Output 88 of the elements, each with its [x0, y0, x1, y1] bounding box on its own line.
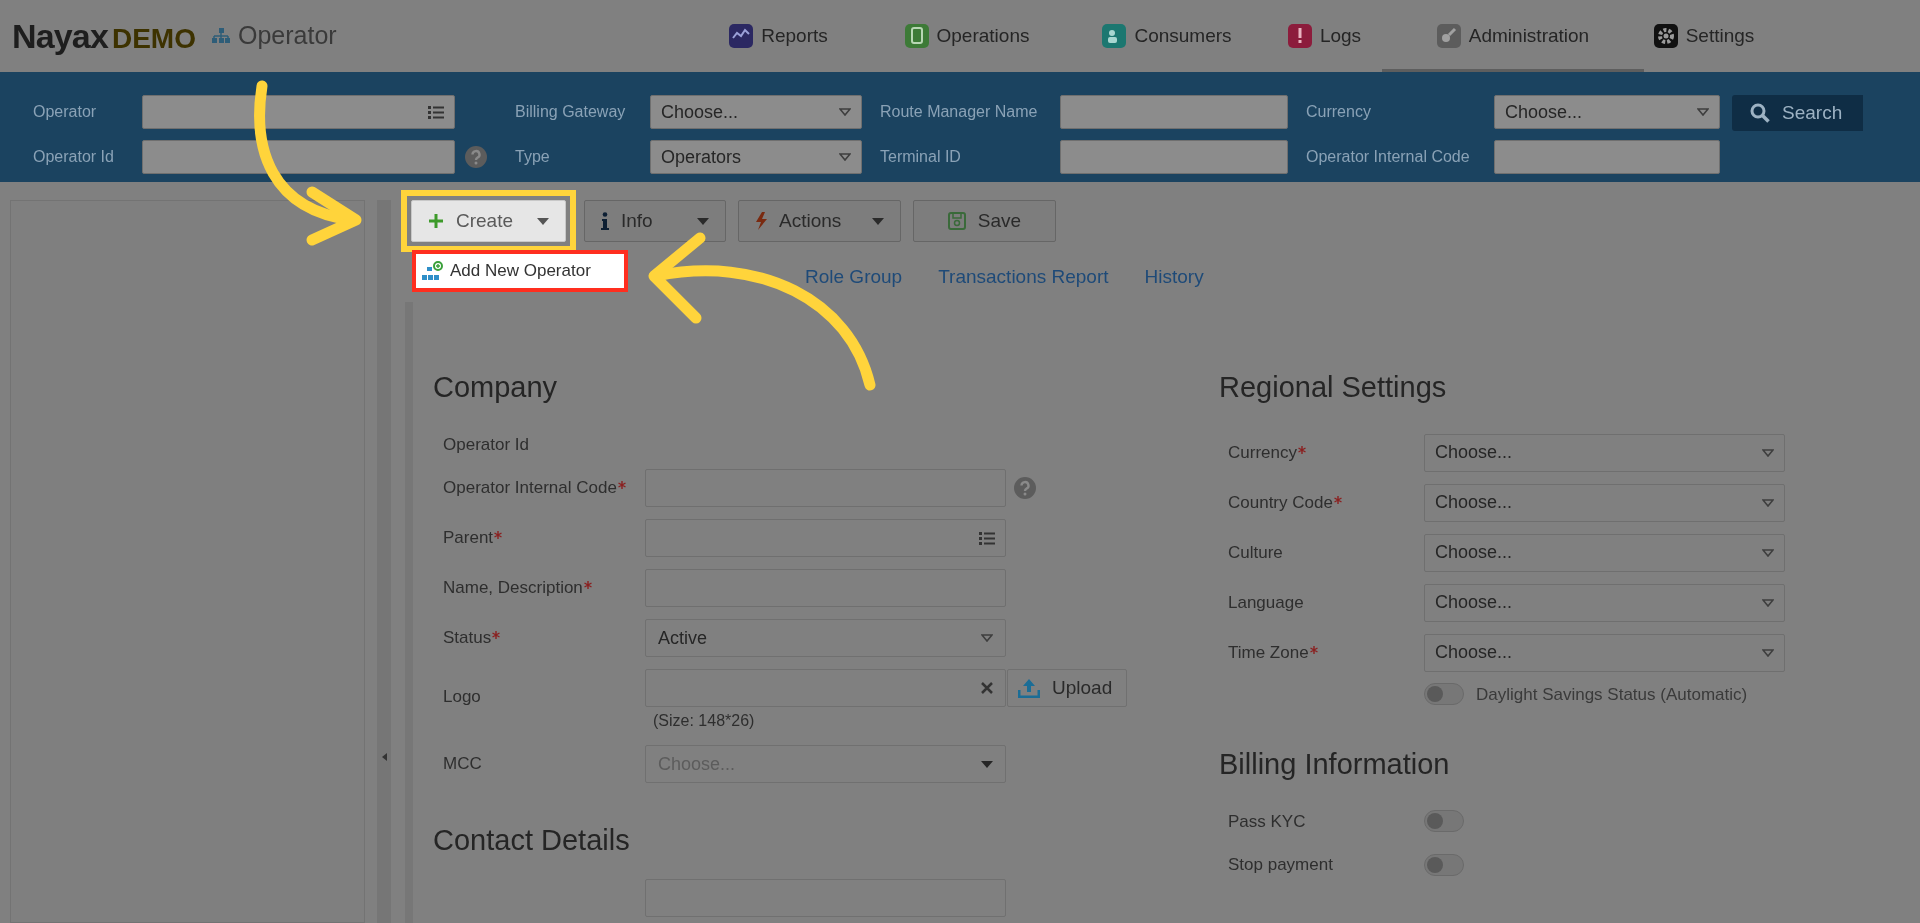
toolbar-button[interactable]: Info [584, 200, 726, 242]
field-label: Operator Internal Code [1306, 147, 1471, 167]
field-label: Parent [443, 527, 494, 550]
hierarchy-icon [211, 28, 230, 44]
dropdown-arrow-icon [839, 153, 851, 161]
dropdown[interactable]: Choose... [1424, 433, 1785, 472]
dropdown[interactable]: Operators [650, 140, 862, 174]
dropdown-arrow-icon [1762, 598, 1774, 607]
dropdown-arrow-icon [981, 634, 993, 642]
collapse-arrow-icon [381, 752, 387, 761]
input-field[interactable] [142, 140, 455, 174]
dropdown-arrow-icon [839, 108, 851, 116]
input-field[interactable] [1060, 140, 1288, 174]
tab[interactable]: Transactions Report [938, 262, 1109, 292]
field-label: Pass KYC [1228, 810, 1307, 833]
dropdown[interactable]: Active [645, 619, 1006, 657]
field-label: Country Code [1228, 491, 1333, 514]
toolbar-button[interactable]: Actions [738, 200, 901, 242]
toolbar-button[interactable]: Save [913, 200, 1056, 242]
toggle-label: Daylight Savings Status (Automatic) [1476, 683, 1748, 706]
dropdown-arrow-icon [1762, 448, 1774, 457]
dropdown[interactable]: Choose... [1424, 633, 1785, 672]
section-heading: Billing Information [1219, 747, 1451, 782]
field-label: MCC [443, 753, 482, 776]
field-label: Logo [443, 686, 481, 709]
dropdown[interactable]: Choose... [1494, 95, 1720, 129]
clear-icon [981, 682, 993, 694]
field-label: Operator [33, 102, 98, 122]
dropdown[interactable]: Choose... [1424, 533, 1785, 572]
field-label: Operator Id [443, 433, 529, 456]
logo-text: Nayax [12, 15, 108, 57]
field-label: Type [515, 147, 551, 167]
nav-tab[interactable]: Settings [1644, 0, 1764, 72]
dropdown[interactable]: Choose... [650, 95, 862, 129]
nav-tab[interactable]: Operations [867, 0, 1067, 72]
section-heading: Contact Details [433, 823, 631, 858]
input-field[interactable] [645, 519, 1006, 557]
section-heading: Company [433, 370, 559, 405]
logo-suffix: DEMO [111, 21, 196, 56]
dropdown[interactable]: Choose... [1424, 583, 1785, 622]
nav-tab[interactable]: Consumers [1067, 0, 1267, 72]
menu-item[interactable]: Add New Operator [416, 254, 624, 288]
size-note: (Size: 148*26) [653, 711, 756, 731]
dropdown-arrow-icon [1762, 648, 1774, 657]
field-label: Time Zone [1228, 641, 1309, 664]
dropdown-arrow-icon [1762, 548, 1774, 557]
upload-icon [1018, 678, 1040, 698]
toggle-switch[interactable] [1424, 683, 1464, 706]
input-field[interactable] [142, 95, 455, 129]
module-title: Operator [237, 20, 337, 52]
info-icon [601, 212, 609, 230]
splitter-bar[interactable] [377, 200, 391, 923]
upload-button[interactable]: Upload [1007, 669, 1127, 707]
field-label: Stop payment [1228, 854, 1334, 876]
field-label: Billing Gateway [515, 102, 627, 122]
lightning-icon [755, 212, 767, 230]
field-label: Culture [1228, 541, 1283, 564]
input-field[interactable] [1060, 95, 1288, 129]
field-label: Route Manager Name [880, 102, 1039, 122]
field-label: Language [1228, 591, 1304, 614]
field-label: Currency [1228, 441, 1297, 464]
tab[interactable]: History [1144, 262, 1204, 292]
add-hierarchy-icon [422, 261, 444, 281]
toggle-switch[interactable] [1424, 810, 1464, 833]
plus-icon [428, 213, 444, 229]
dropdown[interactable]: Choose... [1424, 483, 1785, 522]
search-button[interactable]: Search [1732, 95, 1863, 131]
list-icon [979, 531, 995, 545]
field-label: Operator Id [33, 147, 115, 167]
dropdown-arrow-icon [1762, 498, 1774, 507]
input-field[interactable] [645, 669, 1006, 707]
nav-tab[interactable]: Logs [1267, 0, 1382, 72]
field-label: Status [443, 627, 492, 650]
field-label: Operator Internal Code [443, 477, 617, 500]
field-label: Name, Description [443, 577, 583, 600]
dropdown-arrow-icon [1697, 108, 1709, 116]
caret-icon [981, 760, 993, 768]
section-heading: Regional Settings [1219, 370, 1448, 405]
search-icon [1750, 103, 1770, 123]
field-label: Terminal ID [880, 147, 962, 167]
tab[interactable]: Role Group [805, 262, 903, 292]
nav-tab[interactable]: Reports [690, 0, 867, 72]
toggle-switch[interactable] [1424, 853, 1464, 876]
list-icon [428, 105, 444, 119]
field-label: Currency [1306, 102, 1372, 122]
input-field[interactable] [1494, 140, 1720, 174]
save-icon [947, 212, 966, 230]
toolbar-button[interactable]: Create [411, 200, 566, 242]
